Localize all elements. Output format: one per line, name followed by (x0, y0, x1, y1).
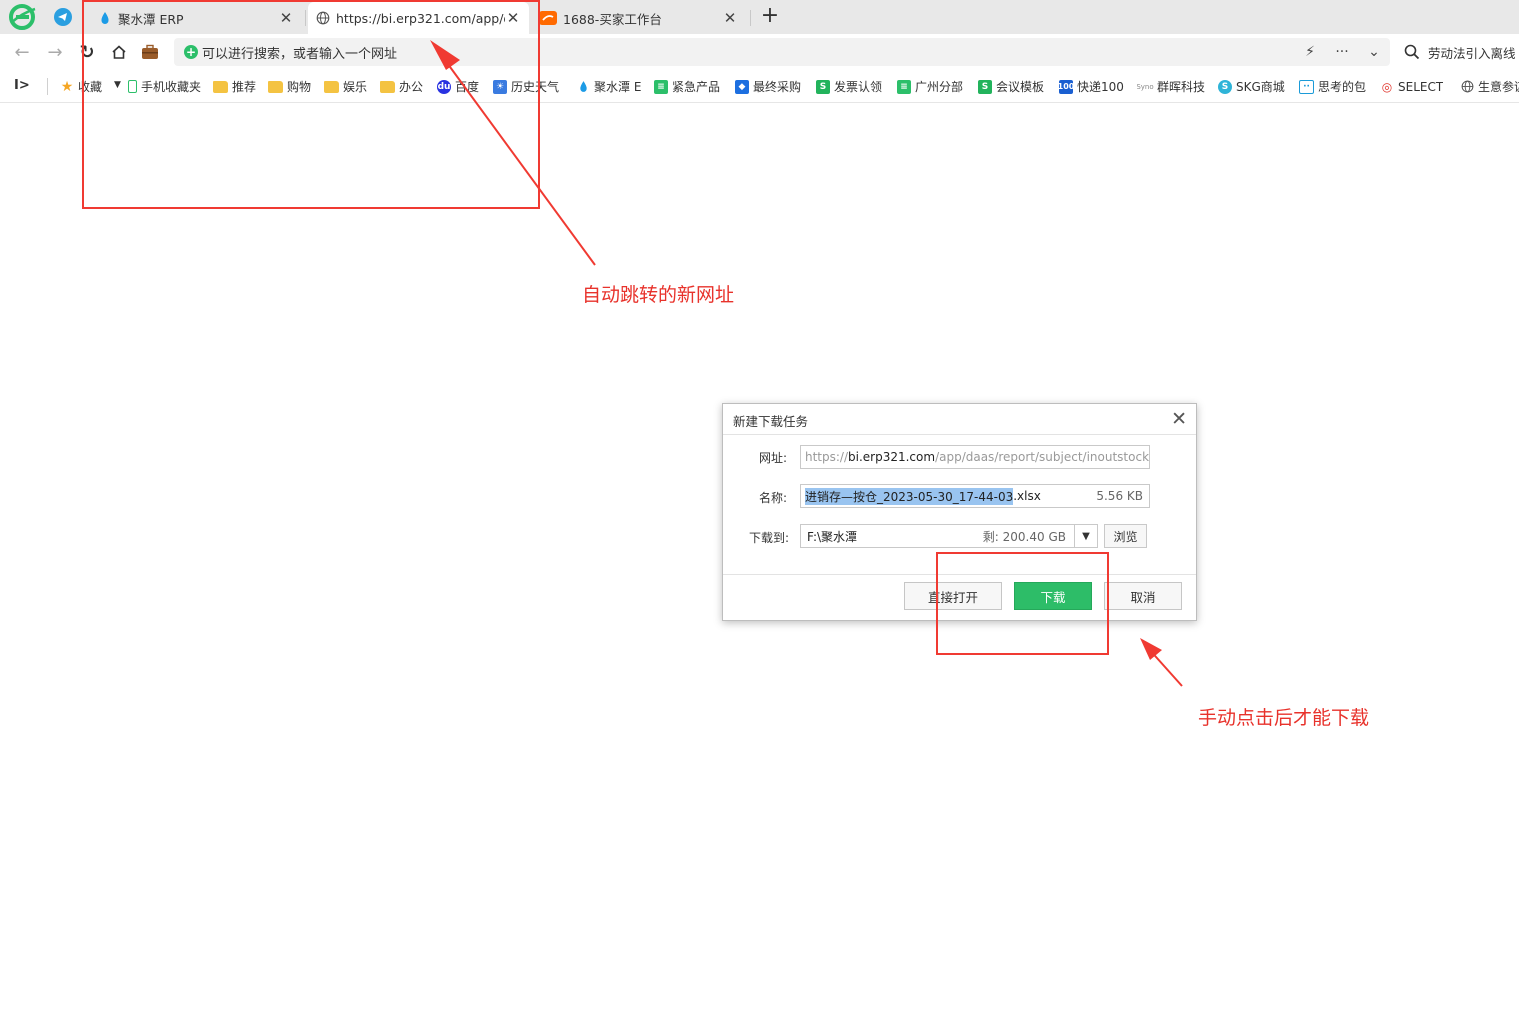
back-button[interactable]: ← (11, 41, 33, 63)
chevron-down-icon[interactable]: ⌄ (1358, 44, 1390, 60)
file-name-field[interactable]: 进销存—按仓_2023-05-30_17-44-03 .xlsx 5.56 KB (800, 484, 1150, 508)
bookmark-divider (47, 78, 48, 95)
save-path-label: 下载到: (748, 531, 789, 545)
url-label: 网址: (758, 451, 787, 465)
url-path: /app/daas/report/subject/inoutstock (935, 450, 1150, 464)
sidebar-toggle-icon[interactable]: I> (14, 78, 30, 93)
save-path-value: F:\聚水潭 (807, 529, 858, 544)
skg-icon: S (1218, 79, 1232, 94)
save-path-field[interactable]: F:\聚水潭 剩: 200.40 GB (800, 524, 1075, 548)
bookmark-urgent-products[interactable]: ≡ 紧急产品 (654, 78, 724, 95)
box-icon: ◆ (735, 79, 749, 94)
free-space: 剩: 200.40 GB (982, 529, 1066, 544)
browser-logo-icon[interactable] (8, 3, 36, 31)
bookmark-kuaidi100[interactable]: 100 快递100 (1059, 78, 1125, 95)
tab-1688-buyer[interactable]: 1688-买家工作台 ✕ (531, 2, 746, 34)
path-dropdown-button[interactable]: ▼ (1074, 524, 1098, 548)
more-dots-icon[interactable]: ··· (1326, 44, 1358, 60)
droplet-icon (576, 80, 590, 94)
annotation-box-download (936, 552, 1109, 655)
bookmark-select[interactable]: ◎ SELECT (1380, 78, 1448, 95)
1688-icon (539, 11, 557, 25)
telegram-icon[interactable] (54, 8, 72, 26)
annotation-text-auto-redirect: 自动跳转的新网址 (582, 284, 735, 306)
url-field[interactable]: https://bi.erp321.com/app/daas/report/su… (800, 445, 1150, 469)
globe-icon (1460, 80, 1474, 94)
close-icon[interactable]: ✕ (1171, 409, 1187, 429)
browse-button[interactable]: 浏览 (1104, 524, 1147, 548)
s-icon: S (816, 79, 830, 94)
bookmark-jushuitan[interactable]: 聚水潭 ERP (576, 78, 642, 95)
file-size: 5.56 KB (1096, 489, 1143, 503)
bookmark-business-advisor[interactable]: 生意参谋 (1460, 78, 1519, 95)
star-icon: ★ (60, 78, 74, 95)
synology-icon: Syno (1137, 82, 1154, 91)
file-extension: .xlsx (1013, 489, 1041, 503)
bookmark-meeting-template[interactable]: S 会议模板 (978, 78, 1048, 95)
bookmark-synology[interactable]: Syno 群晖科技 (1137, 78, 1207, 95)
search-icon (1404, 44, 1420, 60)
name-label: 名称: (758, 491, 787, 505)
select-icon: ◎ (1381, 79, 1393, 94)
bookmark-guangzhou-branch[interactable]: ≡ 广州分部 (897, 78, 967, 95)
search-box[interactable]: 劳动法引入离线 (1398, 38, 1519, 66)
lightning-icon[interactable]: ⚡ (1294, 44, 1326, 60)
tab-close-icon[interactable]: ✕ (722, 9, 738, 27)
search-text: 劳动法引入离线 (1428, 45, 1516, 61)
s-icon: S (978, 79, 992, 94)
tab-label: 1688-买家工作台 (563, 11, 662, 27)
dialog-title: 新建下载任务 (733, 414, 809, 429)
bilibili-icon: ·· (1299, 79, 1314, 94)
new-tab-button[interactable]: + (760, 5, 780, 27)
forward-button[interactable]: → (44, 41, 66, 63)
annotation-box-new-url (82, 0, 540, 209)
url-prefix: https:// (805, 450, 849, 464)
cancel-button[interactable]: 取消 (1104, 582, 1182, 610)
arrow-to-download-button (1140, 638, 1183, 687)
file-name-selected: 进销存—按仓_2023-05-30_17-44-03 (805, 487, 1014, 505)
annotation-text-manual-click: 手动点击后才能下载 (1198, 707, 1370, 729)
tab-divider (750, 10, 751, 26)
sheet-icon: ≡ (654, 79, 668, 94)
url-host: bi.erp321.com (848, 450, 936, 464)
bookmark-skg[interactable]: S SKG商城 (1218, 78, 1288, 95)
sheet-icon: ≡ (897, 79, 911, 94)
chevron-down-icon: ▼ (1082, 530, 1090, 542)
bookmark-invoice[interactable]: S 发票认领 (816, 78, 886, 95)
bookmark-final-purchase[interactable]: ◆ 最终采购 (735, 78, 805, 95)
kuaidi-icon: 100 (1059, 79, 1074, 94)
bookmark-thinking[interactable]: ·· 思考的包 (1299, 78, 1369, 95)
dialog-title-bar: 新建下载任务 ✕ (723, 404, 1196, 435)
address-actions: ⚡ ··· ⌄ (1294, 38, 1390, 66)
